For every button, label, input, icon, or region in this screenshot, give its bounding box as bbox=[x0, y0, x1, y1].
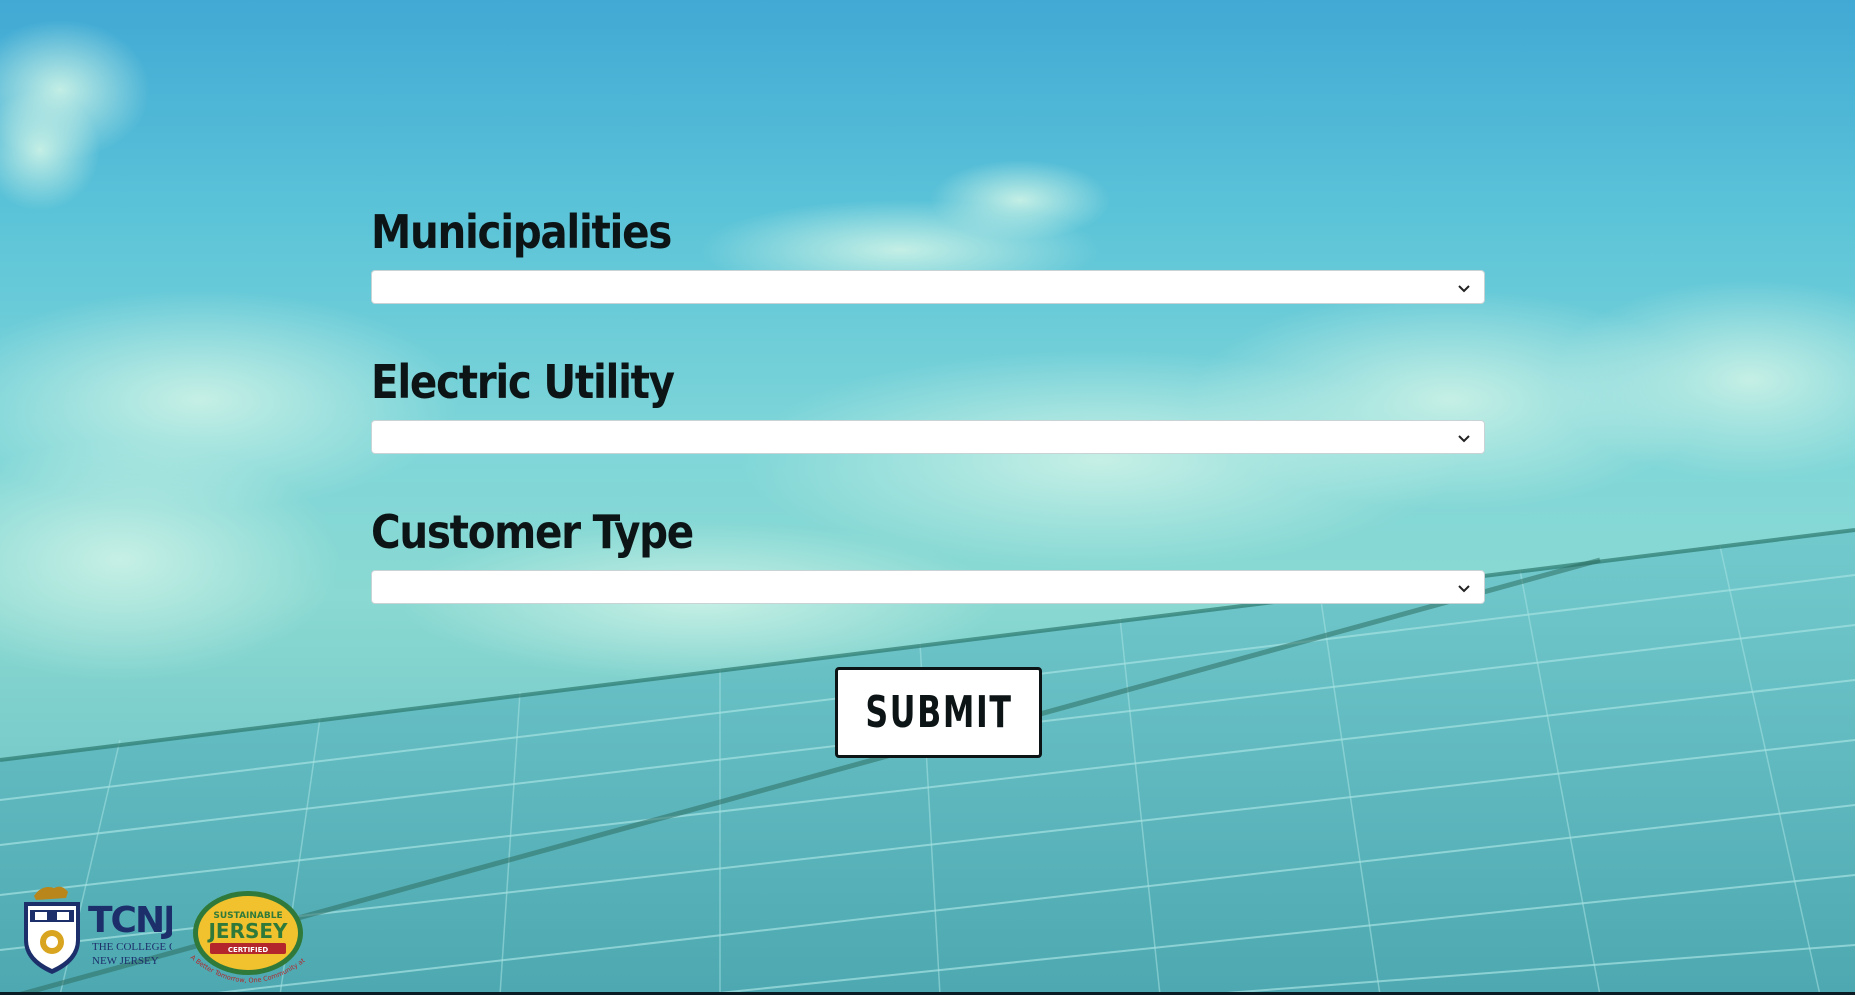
tcnj-logo-subtitle-1: THE COLLEGE OF bbox=[92, 941, 172, 953]
submit-button[interactable]: SUBMIT bbox=[835, 667, 1042, 758]
sj-logo-line3: CERTIFIED bbox=[228, 946, 269, 954]
sj-logo-line2: JERSEY bbox=[206, 919, 288, 943]
customer-type-select[interactable] bbox=[371, 570, 1485, 604]
tcnj-logo: TCNJ THE COLLEGE OF NEW JERSEY bbox=[24, 886, 172, 974]
tcnj-logo-subtitle-2: NEW JERSEY bbox=[92, 955, 159, 967]
solar-panel-sky-illustration bbox=[0, 20, 1855, 995]
customer-type-label: Customer Type bbox=[371, 505, 694, 559]
submit-button-label: SUBMIT bbox=[864, 687, 1013, 738]
background-image bbox=[0, 0, 1855, 995]
municipalities-select[interactable] bbox=[371, 270, 1485, 304]
electric-utility-select[interactable] bbox=[371, 420, 1485, 454]
tcnj-logo-mark: TCNJ bbox=[88, 900, 172, 941]
sustainable-jersey-logo: SUSTAINABLE JERSEY CERTIFIED A Better To… bbox=[185, 888, 308, 985]
chevron-down-icon bbox=[1458, 435, 1470, 443]
municipalities-label: Municipalities bbox=[371, 205, 672, 259]
electric-utility-label: Electric Utility bbox=[371, 355, 675, 409]
chevron-down-icon bbox=[1458, 585, 1470, 593]
chevron-down-icon bbox=[1458, 285, 1470, 293]
